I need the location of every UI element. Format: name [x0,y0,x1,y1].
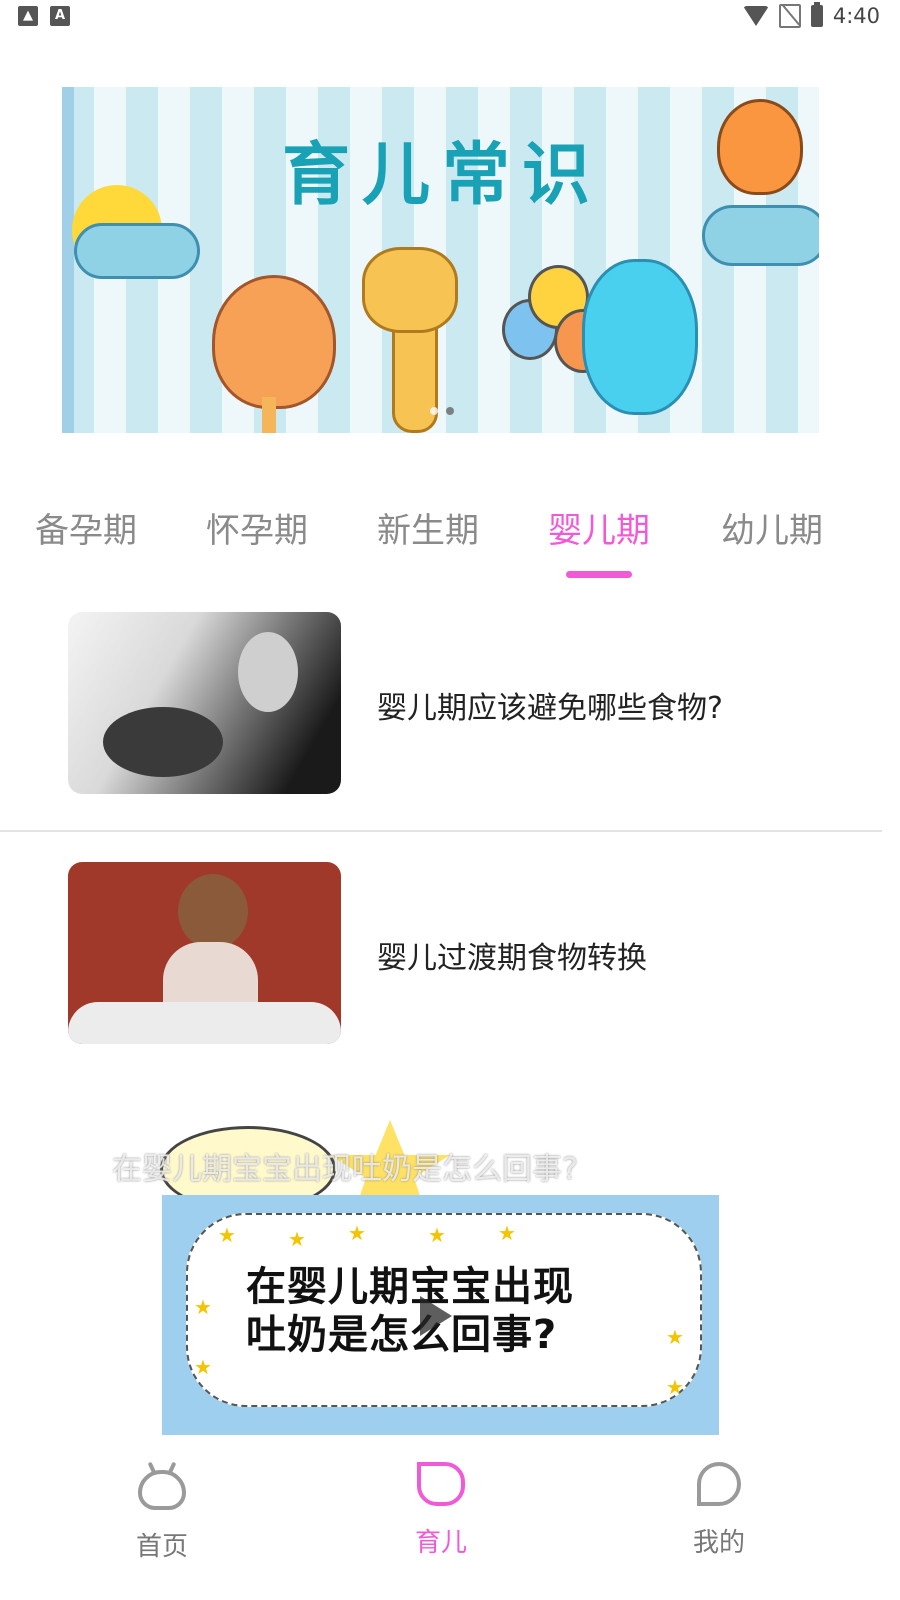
tab-toddler[interactable]: 幼儿期 [697,503,847,552]
cloud-illustration [702,205,819,266]
tab-newborn[interactable]: 新生期 [353,503,503,552]
home-bunny-icon [138,1470,186,1510]
nav-mine[interactable]: 我的 [639,1462,799,1559]
giraffe-head-illustration [362,247,458,333]
no-sim-icon [778,4,801,28]
status-time: 4:40 [832,4,880,28]
video-text-line1: 在婴儿期宝宝出现 [246,1264,574,1310]
tab-active-indicator [566,571,632,578]
sprout-icon [697,1462,741,1506]
video-text-line2: 吐奶是怎么回事? [246,1312,558,1358]
image-icon: ▲ [18,6,38,26]
tree-trunk-illustration [262,397,276,433]
nav-home[interactable]: 首页 [82,1462,242,1563]
tab-pregnancy[interactable]: 怀孕期 [182,503,332,552]
tab-infant[interactable]: 婴儿期 [524,503,674,552]
status-bar: ▲ A 4:40 [0,0,900,38]
nav-label: 我的 [692,1528,745,1558]
list-item[interactable]: 婴儿期应该避免哪些食物? [0,580,882,832]
nav-label: 首页 [135,1532,188,1562]
carousel-indicator [430,407,454,415]
wifi-icon [742,6,769,26]
battery-charging-icon [810,2,823,27]
article-title: 婴儿期应该避免哪些食物? [377,691,723,726]
banner-title: 育儿常识 [282,136,603,215]
stage-tabs: 备孕期 怀孕期 新生期 婴儿期 幼儿期 [0,495,900,585]
article-title: 婴儿过渡期食物转换 [377,941,647,976]
tab-prepregnancy[interactable]: 备孕期 [11,503,161,552]
blue-tree-illustration [582,259,698,415]
carousel-dot-active [446,407,454,415]
cloud-illustration [74,223,200,279]
mother-holding-baby-photo [68,612,341,794]
banner-carousel[interactable]: 育儿常识 [62,87,819,433]
list-item[interactable]: 婴儿过渡期食物转换 [0,830,882,1082]
play-icon[interactable] [420,1296,452,1336]
video-overlay-title: 在婴儿期宝宝出现吐奶是怎么回事? [112,1152,578,1187]
carousel-dot [430,407,438,415]
video-card[interactable]: 在婴儿期宝宝出现吐奶是怎么回事? ★ ★ ★ ★ ★ ★ ★ ★ ★ 在婴儿期宝… [0,1080,900,1452]
smiling-toddler-photo [68,862,341,1044]
bottom-nav: 首页 育儿 我的 [0,1452,900,1600]
nav-label: 育儿 [414,1528,467,1558]
orange-tree-illustration [212,275,336,409]
stroller-icon [417,1462,465,1506]
text-a-icon: A [50,6,70,26]
nav-parenting[interactable]: 育儿 [361,1462,521,1559]
hot-air-balloon-illustration [717,99,803,195]
banner-prev-peek [62,87,74,433]
